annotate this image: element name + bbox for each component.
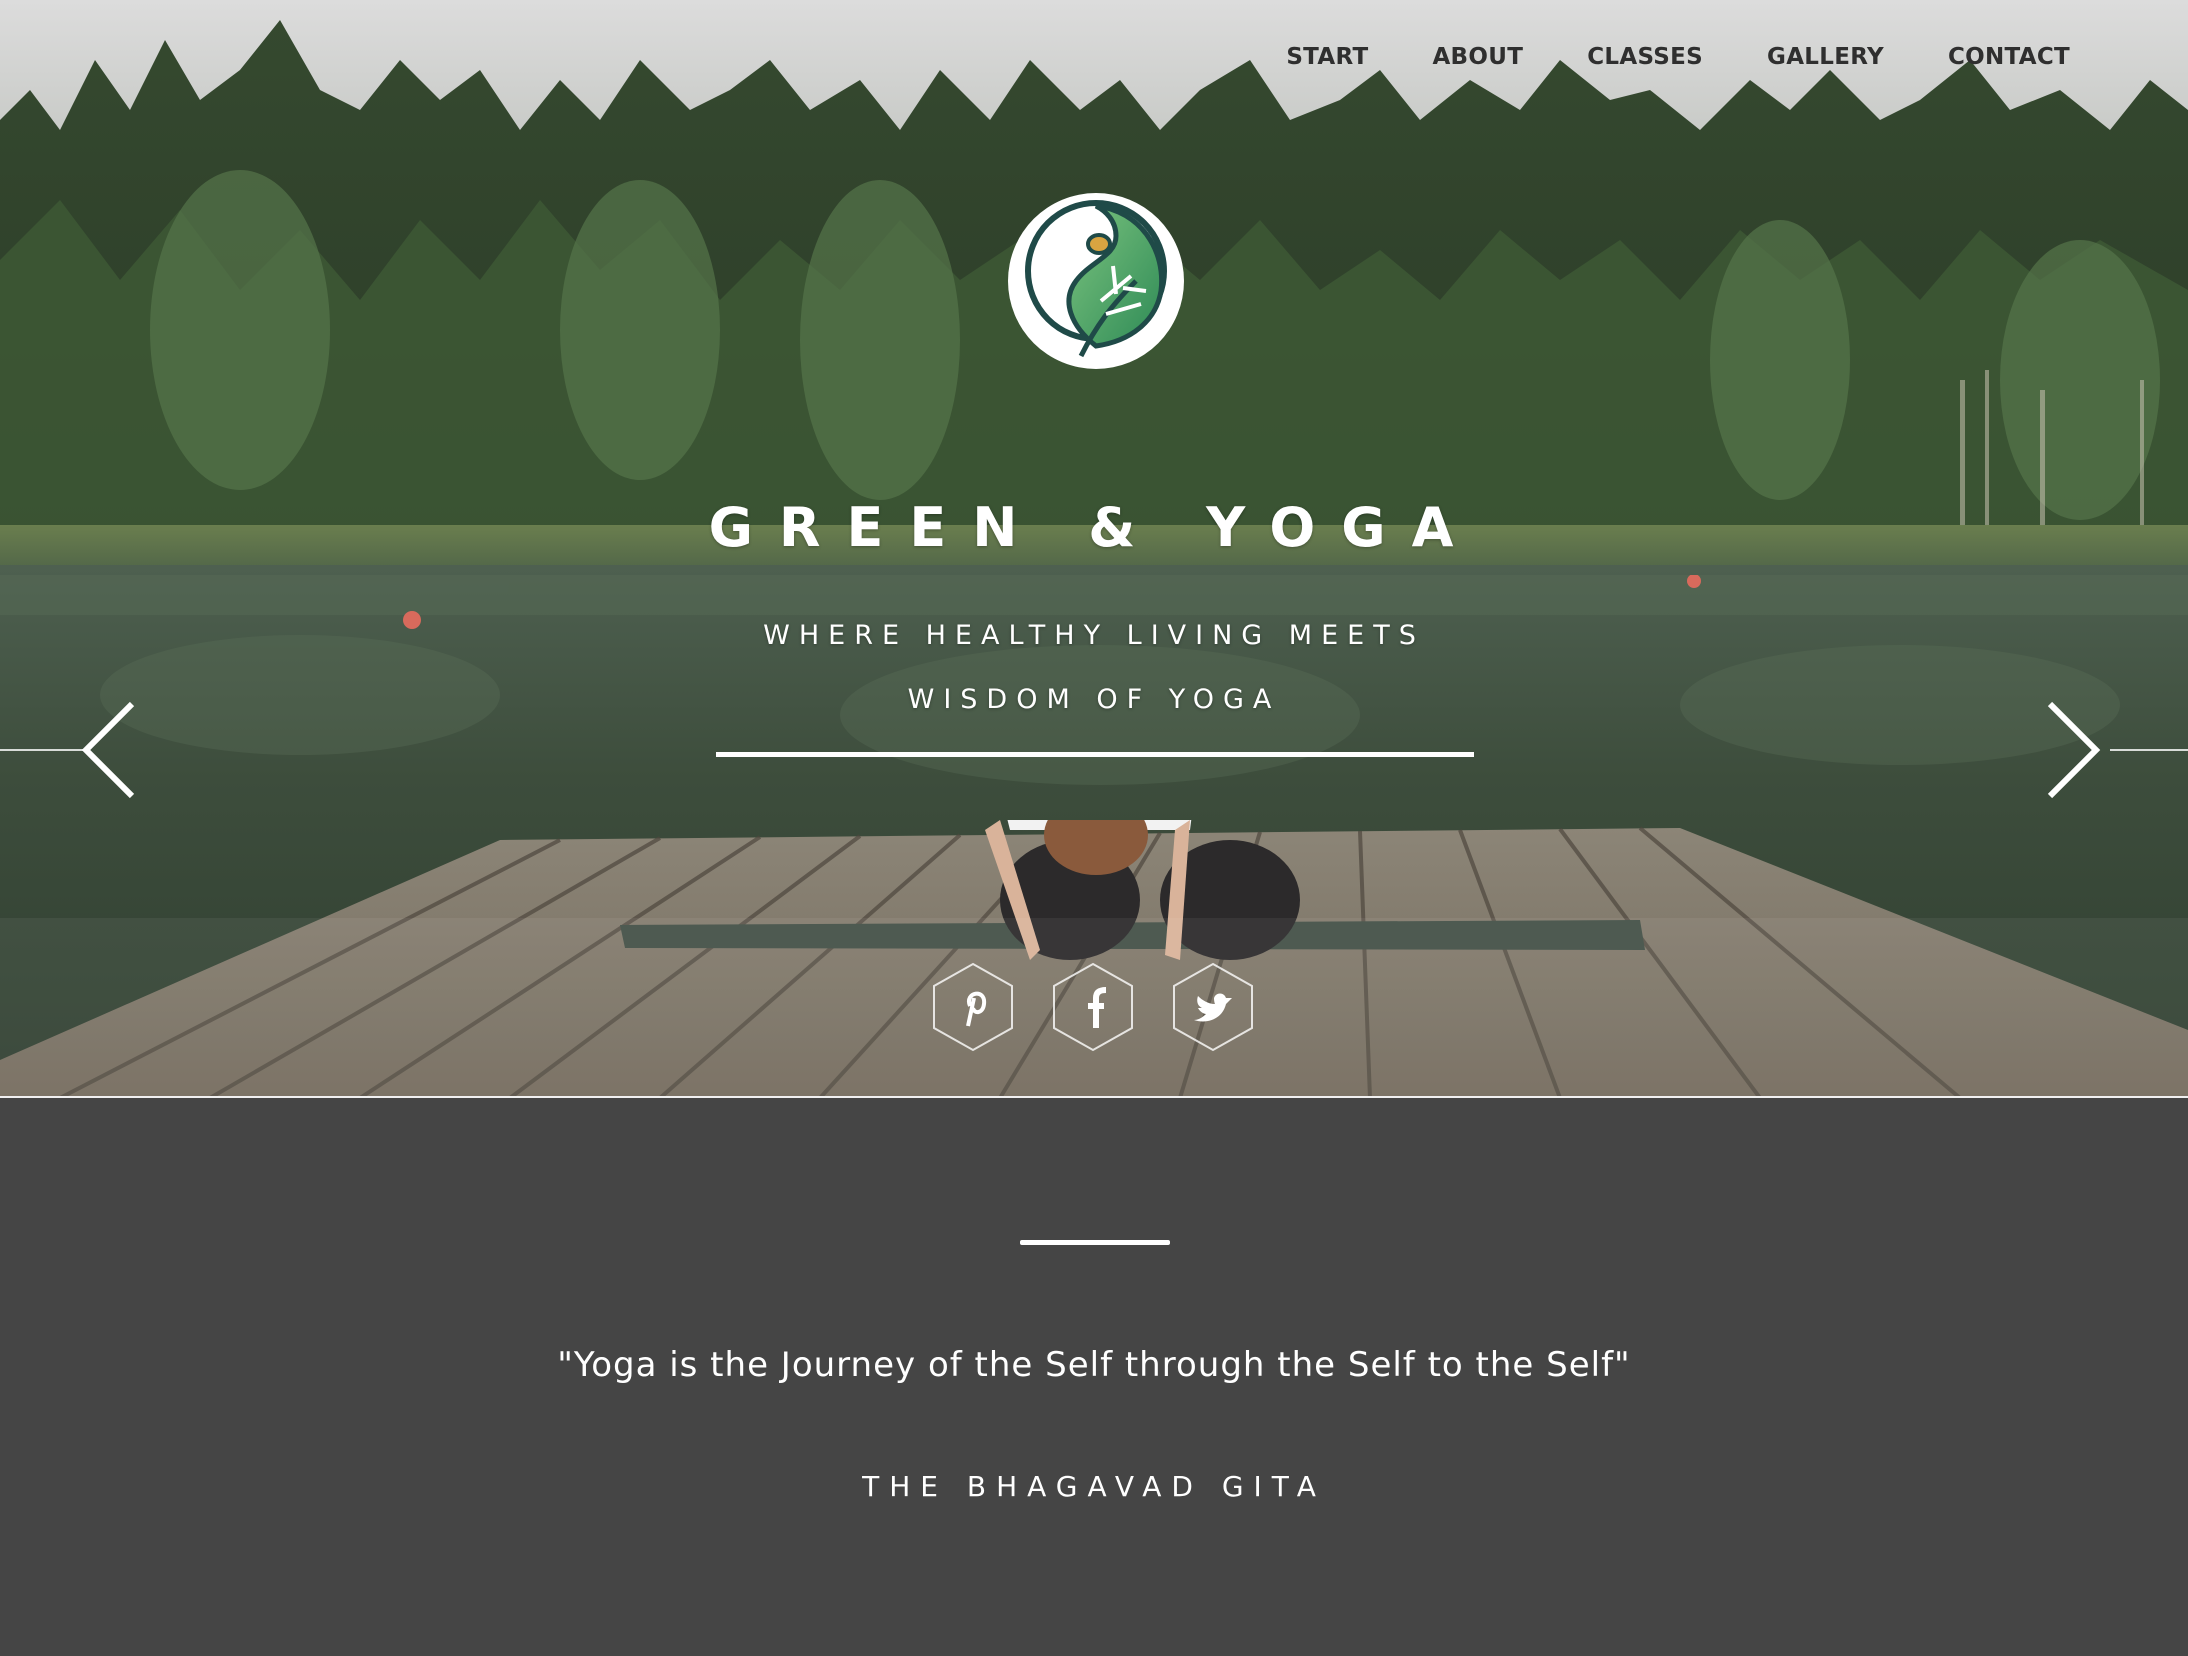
twitter-icon xyxy=(1173,962,1253,1052)
next-slide-button[interactable] xyxy=(2040,696,2120,806)
hero-tagline-line2: WISDOM OF YOGA xyxy=(907,684,1281,715)
prev-slide-button[interactable] xyxy=(70,696,150,806)
hero-tagline-line1: WHERE HEALTHY LIVING MEETS xyxy=(763,620,1425,651)
quote-text: "Yoga is the Journey of the Self through… xyxy=(557,1345,1631,1385)
facebook-button[interactable] xyxy=(1052,962,1134,1052)
quote-author: THE BHAGAVAD GITA xyxy=(862,1470,1326,1503)
twitter-button[interactable] xyxy=(1172,962,1254,1052)
main-nav: START ABOUT CLASSES GALLERY CONTACT xyxy=(1286,44,2070,70)
facebook-icon xyxy=(1053,962,1133,1052)
chevron-left-icon xyxy=(81,701,135,799)
nav-item-start[interactable]: START xyxy=(1286,44,1368,70)
pinterest-button[interactable] xyxy=(932,962,1014,1052)
pinterest-icon xyxy=(933,962,1013,1052)
chevron-right-icon xyxy=(2047,701,2101,799)
quote-divider xyxy=(1020,1240,1170,1245)
hero-bottom-border xyxy=(0,1096,2188,1098)
next-arrow-line xyxy=(2110,749,2188,751)
quote-section: "Yoga is the Journey of the Self through… xyxy=(0,1100,2188,1656)
nav-item-contact[interactable]: CONTACT xyxy=(1948,44,2070,70)
social-links xyxy=(932,962,1254,1052)
hero-section: START ABOUT CLASSES GALLERY CONTACT GREE… xyxy=(0,0,2188,1098)
nav-item-about[interactable]: ABOUT xyxy=(1432,44,1523,70)
hero-divider xyxy=(716,752,1474,757)
nav-item-gallery[interactable]: GALLERY xyxy=(1767,44,1884,70)
hero-title: GREEN & YOGA xyxy=(708,496,1480,559)
site-logo[interactable] xyxy=(1008,193,1184,369)
nav-item-classes[interactable]: CLASSES xyxy=(1587,44,1703,70)
leaf-yin-yang-icon xyxy=(1025,200,1167,358)
